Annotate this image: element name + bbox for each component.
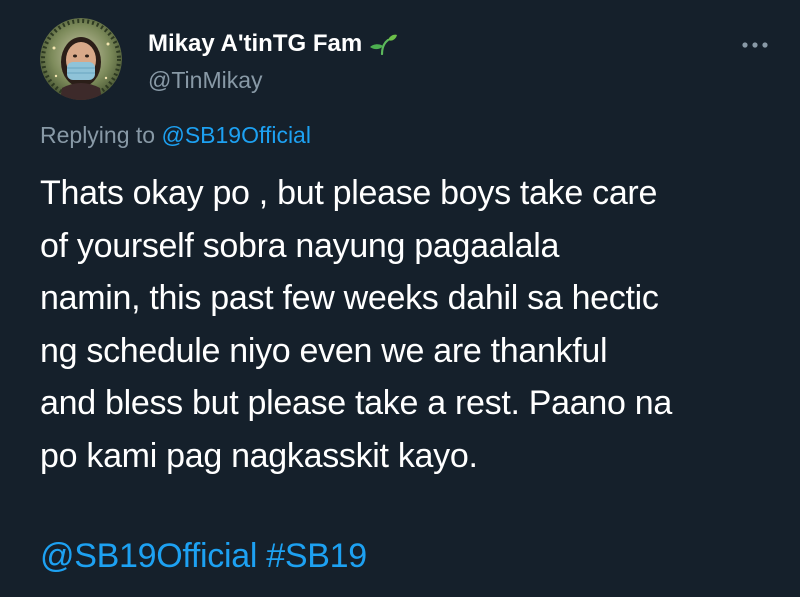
avatar[interactable] <box>40 18 122 100</box>
tweet-header: Mikay A'tinTG Fam @TinMikay <box>40 18 780 100</box>
tweet-text-line: of yourself sobra nayung pagaalala <box>40 226 560 265</box>
author-handle[interactable]: @TinMikay <box>148 66 398 94</box>
display-name[interactable]: Mikay A'tinTG Fam <box>148 30 398 62</box>
tweet-text: Thats okay po , but please boys take car… <box>40 167 775 482</box>
display-name-text: Mikay A'tinTG Fam <box>148 30 363 57</box>
avatar-image <box>40 18 122 100</box>
tweet-text-line: po kami pag nagkasskit kayo. <box>40 436 478 475</box>
tweet-text-line: ng schedule niyo even we are thankful <box>40 331 608 370</box>
tweet-tags: @SB19Official #SB19 <box>40 530 367 582</box>
author-info: Mikay A'tinTG Fam @TinMikay <box>148 30 398 94</box>
tweet-text-line: namin, this past few weeks dahil sa hect… <box>40 279 659 317</box>
replying-to-mention[interactable]: @SB19Official <box>161 122 311 148</box>
replying-to: Replying to @SB19Official <box>40 120 311 150</box>
tweet-card: Mikay A'tinTG Fam @TinMikay Replying to … <box>0 0 800 597</box>
tweet-text-line: Thats okay po , but please boys take car… <box>40 174 658 212</box>
sprout-icon <box>368 33 398 62</box>
replying-to-prefix: Replying to <box>40 122 156 148</box>
hashtag-link[interactable]: #SB19 <box>266 537 367 575</box>
mention-link[interactable]: @SB19Official <box>40 537 257 575</box>
tweet-text-line: and bless but please take a rest. Paano … <box>40 384 672 422</box>
more-horizontal-icon[interactable] <box>738 36 772 54</box>
